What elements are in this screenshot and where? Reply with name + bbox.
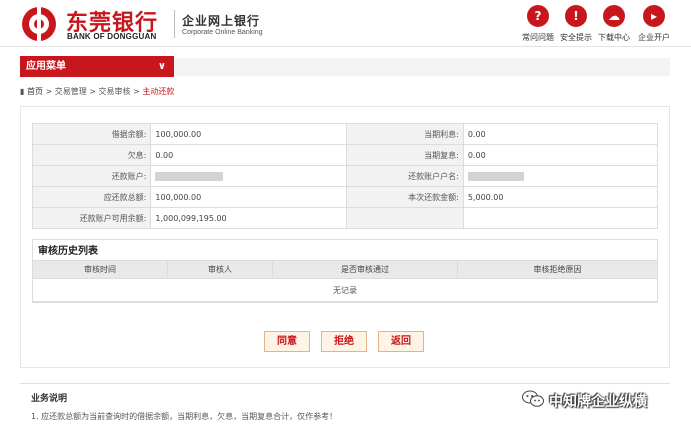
breadcrumb-home[interactable]: 首页	[27, 87, 43, 96]
masked-account-number	[155, 171, 224, 181]
open-account-label: 企业开户	[638, 33, 670, 42]
compound-interest-label: 当期复息:	[345, 144, 464, 166]
table-row: 还款账户可用余额: 1,000,099,195.00	[31, 207, 659, 229]
system-title-cn: 企业网上银行	[182, 14, 261, 28]
repay-account-value	[150, 165, 347, 187]
repayment-details-table: 借据余额: 100,000.00 当期利息: 0.00 欠息: 0.00 当期复…	[31, 123, 659, 229]
security-tips-label: 安全提示	[560, 33, 592, 42]
col-review-time: 审核时间	[32, 260, 168, 279]
review-history-table: 审核时间 审核人 是否审核通过 审核拒绝原因 无记录	[32, 260, 658, 302]
owed-interest-value: 0.00	[150, 144, 347, 166]
repay-total-value: 100,000.00	[150, 186, 347, 208]
faq-label: 常问问题	[522, 33, 554, 42]
app-menu-label: 应用菜单	[26, 61, 66, 72]
available-balance-value: 1,000,099,195.00	[150, 207, 347, 229]
loan-balance-value: 100,000.00	[150, 123, 347, 145]
app-menu-button[interactable]: 应用菜单 ∨	[20, 56, 174, 77]
notes-divider	[20, 383, 670, 384]
compound-interest-value: 0.00	[462, 144, 659, 166]
notes-line-1: 1. 应还款总额为当前查询时的借据余额，当期利息，欠息，当期复息合计，仅作参考！	[31, 412, 338, 421]
col-reject-reason: 审核拒绝原因	[457, 260, 658, 279]
breadcrumb: ▮ 首页 > 交易管理 > 交易审核 > 主动还款	[20, 87, 175, 96]
open-account-icon: ▸	[643, 5, 665, 27]
download-center-button[interactable]: ☁ 下载中心	[594, 5, 634, 43]
interest-due-label: 当期利息:	[345, 123, 464, 145]
breadcrumb-current: 主动还款	[142, 87, 175, 96]
breadcrumb-item-trade-review[interactable]: 交易审核	[99, 87, 131, 96]
faq-button[interactable]: ? 常问问题	[518, 5, 558, 43]
table-row: 欠息: 0.00 当期复息: 0.00	[31, 144, 659, 166]
cloud-download-icon: ☁	[603, 5, 625, 27]
table-row: 应还款总额: 100,000.00 本次还款金额: 5,000.00	[31, 186, 659, 208]
owed-interest-label: 欠息:	[31, 144, 152, 166]
system-title-en: Corporate Online Banking	[182, 29, 263, 36]
chevron-down-icon: ∨	[157, 61, 166, 72]
watermark-text: 中知牌企业纵横	[549, 394, 647, 410]
table-header-row: 审核时间 审核人 是否审核通过 审核拒绝原因	[32, 260, 658, 279]
shield-icon: !	[565, 5, 587, 27]
review-history-title: 审核历史列表	[38, 246, 98, 257]
header-divider	[174, 10, 175, 38]
col-approved: 是否审核通过	[272, 260, 458, 279]
empty-value-cell	[462, 207, 659, 229]
bank-name-en: BANK OF DONGGUAN	[67, 32, 157, 41]
question-icon: ?	[527, 5, 549, 27]
wechat-icon	[522, 390, 544, 407]
breadcrumb-item-trade-mgmt[interactable]: 交易管理	[55, 87, 87, 96]
approve-button[interactable]: 同意	[264, 331, 310, 352]
col-reviewer: 审核人	[167, 260, 273, 279]
notes-title: 业务说明	[31, 394, 68, 404]
repay-total-label: 应还款总额:	[31, 186, 152, 208]
repay-account-name-value	[462, 165, 659, 187]
bank-logo-icon	[22, 7, 56, 41]
back-button[interactable]: 返回	[378, 331, 424, 352]
home-icon: ▮	[20, 87, 27, 96]
loan-balance-label: 借据余额:	[31, 123, 152, 145]
masked-account-name	[467, 171, 524, 181]
table-row: 借据余额: 100,000.00 当期利息: 0.00	[31, 123, 659, 145]
interest-due-value: 0.00	[462, 123, 659, 145]
this-repay-label: 本次还款金额:	[345, 186, 464, 208]
this-repay-value: 5,000.00	[462, 186, 659, 208]
repay-account-label: 还款账户:	[31, 165, 152, 187]
available-balance-label: 还款账户可用余额:	[31, 207, 152, 229]
reject-button[interactable]: 拒绝	[321, 331, 367, 352]
no-records-text: 无记录	[32, 278, 658, 302]
table-row: 无记录	[32, 278, 658, 302]
empty-label-cell	[345, 207, 464, 229]
table-row: 还款账户: 还款账户户名:	[31, 165, 659, 187]
open-account-button[interactable]: ▸ 企业开户	[634, 5, 674, 43]
page-header: 东莞银行 BANK OF DONGGUAN 企业网上银行 Corporate O…	[0, 0, 691, 47]
repay-account-name-label: 还款账户户名:	[345, 165, 464, 187]
security-tips-button[interactable]: ! 安全提示	[556, 5, 596, 43]
download-center-label: 下载中心	[598, 33, 630, 42]
